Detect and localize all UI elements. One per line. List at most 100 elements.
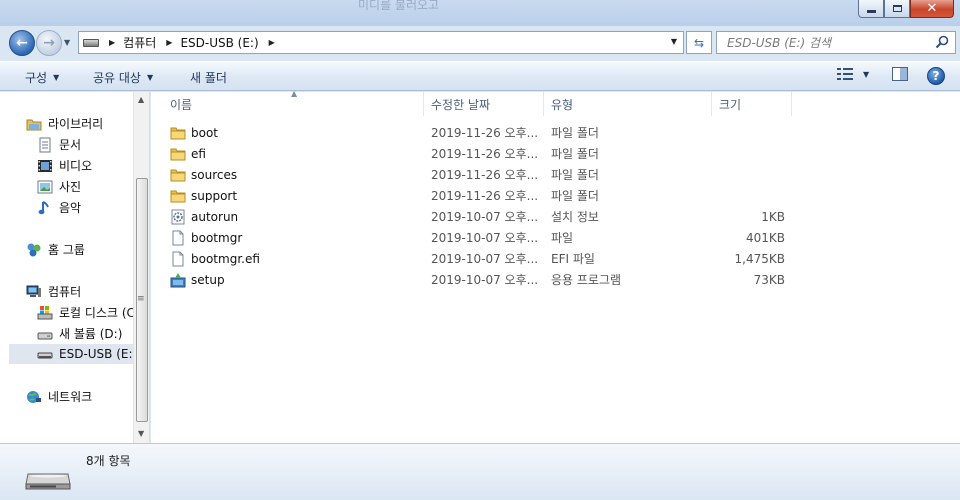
item-count: 8개 항목 [86,454,131,468]
file-type: EFI 파일 [551,252,595,266]
column-name-label: 이름 [170,97,193,112]
file-row[interactable]: sources 2019-11-26 오후... 파일 폴더 [151,164,960,185]
chevron-right-icon[interactable]: ▶ [166,38,172,47]
file-row[interactable]: support 2019-11-26 오후... 파일 폴더 [151,185,960,206]
view-options-button[interactable]: ▼ [837,67,869,81]
chevron-right-icon[interactable]: ▶ [109,38,115,47]
file-type: 파일 [551,231,574,245]
nav-usb-drive[interactable]: ESD-USB (E:) [9,344,137,364]
view-list-icon [837,68,853,80]
nav-music[interactable]: 음악 [37,199,81,216]
forward-button[interactable]: → [36,30,62,56]
file-row[interactable]: bootmgr.efi 2019-10-07 오후... EFI 파일 1,475KB [151,248,960,269]
column-header-type[interactable]: 유형 [544,92,712,116]
share-with-button[interactable]: 공유 대상 ▼ [93,69,153,86]
help-button[interactable]: ? [927,67,945,85]
maximize-button[interactable] [884,0,910,18]
file-date: 2019-10-07 오후... [431,231,539,245]
breadcrumb-computer[interactable]: 컴퓨터 [123,34,156,51]
organize-button[interactable]: 구성 ▼ [25,69,59,86]
pictures-icon [37,180,53,193]
file-row[interactable]: autorun 2019-10-07 오후... 설치 정보 1KB [151,206,960,227]
nav-local-disk[interactable]: 로컬 디스크 (C:) [37,304,144,321]
nav-videos[interactable]: 비디오 [37,157,92,174]
chevron-down-icon: ▼ [146,73,154,82]
breadcrumb-usb[interactable]: ESD-USB (E:) [180,36,258,50]
nav-label: 새 볼륨 (D:) [59,327,123,341]
nav-label: 비디오 [59,159,93,173]
breadcrumb: ▶ 컴퓨터 ▶ ESD-USB (E:) ▶ [105,34,283,51]
minimize-icon [866,9,876,13]
title-bar[interactable]: 미디를 불러오고 ✕ [0,0,960,26]
refresh-button[interactable]: ⇆ [686,31,712,54]
nav-label: 사진 [59,180,82,194]
scroll-down-icon[interactable]: ▼ [138,429,144,438]
nav-homegroup[interactable]: 홈 그룹 [26,241,85,258]
nav-computer[interactable]: 컴퓨터 [26,283,81,300]
nav-libraries[interactable]: 라이브러리 [26,115,103,132]
address-row: ← → ▼ ▶ 컴퓨터 ▶ ESD-USB (E:) ▶ ▼ ⇆ [0,28,960,58]
organize-label: 구성 [25,71,48,85]
file-date: 2019-10-07 오후... [431,273,539,287]
minimize-button[interactable] [858,0,884,18]
column-date-label: 수정한 날짜 [431,97,491,112]
back-button[interactable]: ← [9,30,35,56]
close-button[interactable]: ✕ [910,0,954,18]
drive-icon [37,332,53,339]
back-arrow-icon: ← [16,35,28,51]
nav-new-volume[interactable]: 새 볼륨 (D:) [37,325,122,342]
file-size: 1KB [761,209,785,224]
refresh-icon: ⇆ [693,35,705,50]
new-folder-label: 새 폴더 [190,71,227,85]
address-history-dropdown[interactable]: ▼ [671,37,677,46]
folder-icon [170,125,186,141]
search-icon[interactable] [935,35,949,49]
video-icon [38,159,52,172]
search-box[interactable] [716,31,956,54]
setup-info-icon [170,209,186,225]
sort-ascending-icon: ▲ [291,89,298,98]
file-row[interactable]: efi 2019-11-26 오후... 파일 폴더 [151,143,960,164]
file-icon [170,251,186,267]
address-bar[interactable]: ▶ 컴퓨터 ▶ ESD-USB (E:) ▶ ▼ [78,31,684,54]
new-folder-button[interactable]: 새 폴더 [190,69,227,86]
command-bar: 구성 ▼ 공유 대상 ▼ 새 폴더 ▼ ? [0,61,960,91]
file-type: 파일 폴더 [551,189,599,203]
file-row[interactable]: boot 2019-11-26 오후... 파일 폴더 [151,122,960,143]
file-date: 2019-11-26 오후... [431,126,539,140]
column-header-name[interactable]: 이름 ▲ [151,89,424,116]
column-header-date[interactable]: 수정한 날짜 [424,92,544,116]
file-name: sources [191,167,238,182]
nav-scrollbar[interactable]: ▲ ≡ ▼ [133,92,149,443]
file-row[interactable]: setup 2019-10-07 오후... 응용 프로그램 73KB [151,269,960,290]
file-type: 파일 폴더 [551,126,599,140]
network-icon [27,390,41,403]
caption-buttons: ✕ [858,0,954,18]
file-type: 파일 폴더 [551,147,599,161]
nav-label: 라이브러리 [48,117,104,131]
file-type: 응용 프로그램 [551,273,622,287]
file-row[interactable]: bootmgr 2019-10-07 오후... 파일 401KB [151,227,960,248]
recent-pages-dropdown[interactable]: ▼ [64,38,70,47]
system-drive-icon [37,305,53,319]
grip-icon: ≡ [137,294,145,304]
file-size: 73KB [753,272,785,287]
folder-icon [170,188,186,204]
drive-icon [83,38,99,47]
usb-drive-large-icon [25,473,71,490]
file-name-cell: efi [170,146,206,162]
file-name: autorun [191,209,239,224]
setup-app-icon [170,272,186,288]
search-input[interactable] [727,35,927,50]
chevron-right-icon[interactable]: ▶ [269,38,275,47]
nav-pictures[interactable]: 사진 [37,178,81,195]
file-name-cell: bootmgr.efi [170,251,260,267]
nav-label: 로컬 디스크 (C:) [59,306,144,320]
nav-label: ESD-USB (E:) [59,347,138,361]
column-header-size[interactable]: 크기 [712,92,792,116]
nav-documents[interactable]: 문서 [37,136,81,153]
preview-pane-button[interactable] [892,67,908,81]
maximize-icon [892,5,902,12]
nav-network[interactable]: 네트워크 [26,388,92,405]
scroll-up-icon[interactable]: ▲ [138,95,144,104]
